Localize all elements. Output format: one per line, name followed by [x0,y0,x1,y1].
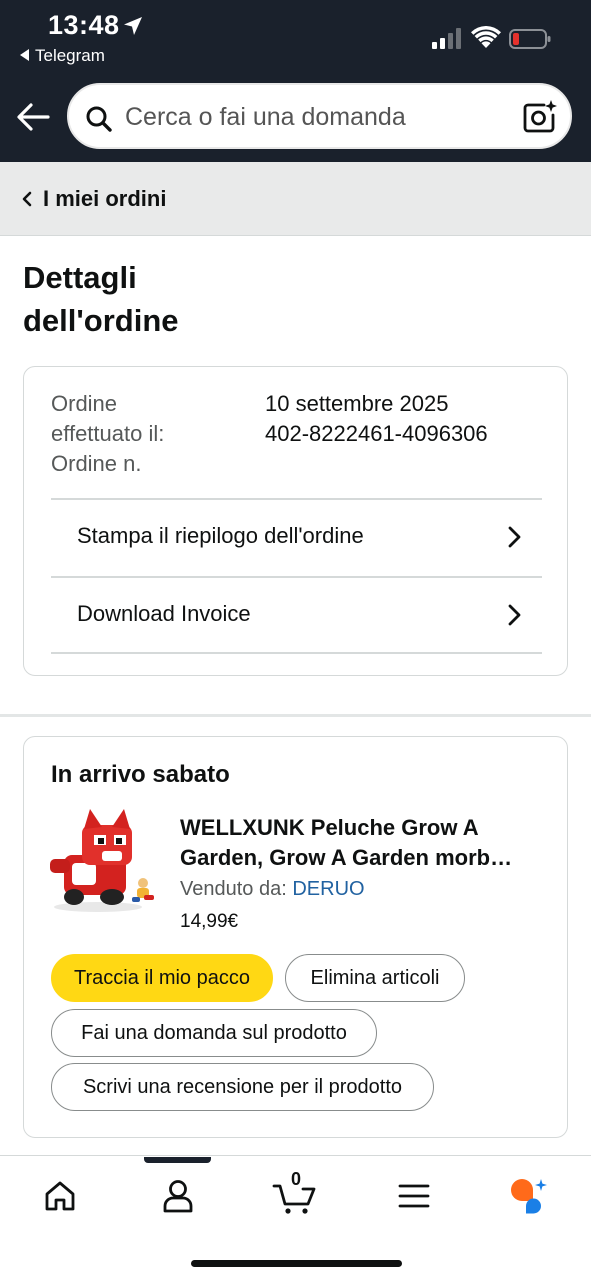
order-info-card: Ordine effettuato il: Ordine n. 10 sette… [23,366,568,676]
page-title-line1: Dettagli [23,260,137,295]
rufus-assistant-icon[interactable] [508,1176,548,1216]
track-package-button[interactable]: Traccia il mio pacco [51,954,273,1002]
search-input[interactable] [125,100,505,134]
active-tab-indicator [144,1157,211,1163]
shipment-card: In arrivo sabato WELLXUNK Peluche Grow A… [23,736,568,1138]
seller-info: Venduto da: DERUO [180,878,365,901]
product-price: 14,99€ [180,911,239,932]
seller-link[interactable]: DERUO [292,878,364,900]
delete-items-button[interactable]: Elimina articoli [285,954,465,1002]
section-divider [0,714,591,717]
delivery-status-title: In arrivo sabato [51,761,230,788]
bottom-tab-bar: 0 [0,1155,591,1280]
chevron-right-icon [508,604,521,626]
account-icon[interactable] [158,1176,198,1216]
download-invoice-link[interactable]: Download Invoice [51,576,542,654]
order-date-label-line1: Ordine [51,391,118,416]
ask-product-question-button[interactable]: Fai una domanda sul prodotto [51,1009,377,1057]
seller-label: Venduto da: [180,878,287,900]
chevron-right-icon [508,526,521,548]
back-to-app-link[interactable]: Telegram [20,46,105,66]
breadcrumb-label[interactable]: I miei ordini [43,186,166,212]
page-title-line2: dell'ordine [23,303,179,338]
back-triangle-icon [20,49,29,61]
order-number-label: Ordine n. [51,451,142,476]
status-time: 13:48 [48,10,120,40]
search-bar[interactable] [67,83,572,149]
wifi-icon [471,26,501,48]
order-date-label-line2: effettuato il: [51,421,165,446]
write-review-button[interactable]: Scrivi una recensione per il prodotto [51,1063,434,1111]
menu-icon[interactable] [394,1176,434,1216]
order-meta-labels: Ordine effettuato il: Ordine n. [51,389,221,479]
battery-icon [509,29,551,49]
page-title: Dettagli dell'ordine [23,256,323,342]
order-meta-values: 10 settembre 2025 402-8222461-4096306 [265,389,488,449]
back-arrow-icon[interactable] [16,101,50,133]
order-number-value: 402-8222461-4096306 [265,421,488,446]
cellular-signal-icon [432,28,461,49]
search-icon [86,106,112,132]
print-summary-link[interactable]: Stampa il riepilogo dell'ordine [51,498,542,576]
product-title-line2: Garden, Grow A Garden morb… [180,845,513,870]
chevron-left-icon [22,191,32,207]
breadcrumb[interactable]: I miei ordini [0,162,591,236]
download-invoice-label: Download Invoice [77,601,251,626]
cart-count-badge: 0 [291,1169,302,1189]
product-title-line1: WELLXUNK Peluche Grow A [180,815,479,840]
product-image[interactable] [46,807,158,917]
order-date-value: 10 settembre 2025 [265,391,449,416]
product-title[interactable]: WELLXUNK Peluche Grow A Garden, Grow A G… [180,813,550,873]
home-indicator [191,1260,402,1267]
location-arrow-icon [124,17,142,35]
top-header: 13:48 Telegram [0,0,591,162]
back-app-label: Telegram [35,46,105,65]
camera-search-icon[interactable] [522,99,558,135]
home-icon[interactable] [40,1176,80,1216]
print-summary-label: Stampa il riepilogo dell'ordine [77,523,364,548]
